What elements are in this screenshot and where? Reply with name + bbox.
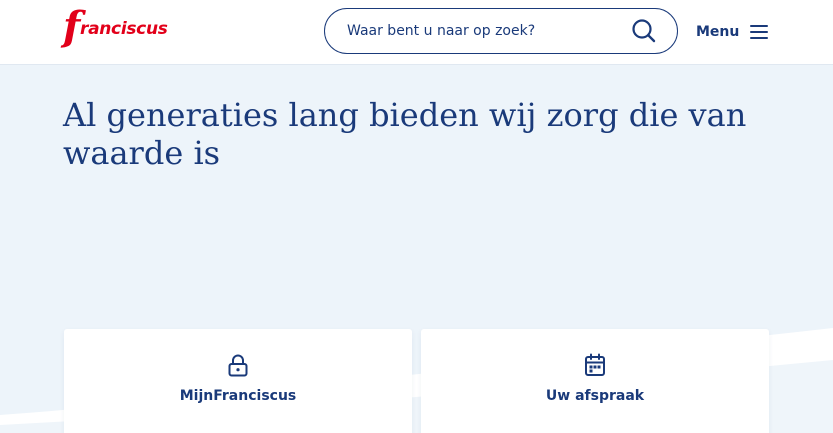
card-mijnfranciscus[interactable]: MijnFranciscus <box>64 329 412 433</box>
hamburger-icon <box>750 25 769 39</box>
calendar-icon <box>585 353 605 376</box>
page: f ranciscus Menu Al generaties lang bied… <box>0 0 833 433</box>
menu-button[interactable]: Menu <box>696 18 769 46</box>
search-button[interactable] <box>631 18 657 44</box>
card-uw-afspraak[interactable]: Uw afspraak <box>421 329 769 433</box>
search-box <box>324 8 678 54</box>
card-label: MijnFranciscus <box>179 388 297 404</box>
logo-text: ranciscus <box>80 19 168 39</box>
hero-title: Al generaties lang bieden wij zorg die v… <box>63 96 747 172</box>
logo-initial: f <box>63 3 81 50</box>
site-header: f ranciscus Menu <box>0 0 833 64</box>
franciscus-logo[interactable]: f ranciscus <box>63 7 168 53</box>
card-label: Uw afspraak <box>545 388 645 404</box>
search-input[interactable] <box>347 19 617 43</box>
menu-label: Menu <box>696 24 740 40</box>
search-icon <box>632 19 656 43</box>
lock-icon <box>228 354 248 377</box>
